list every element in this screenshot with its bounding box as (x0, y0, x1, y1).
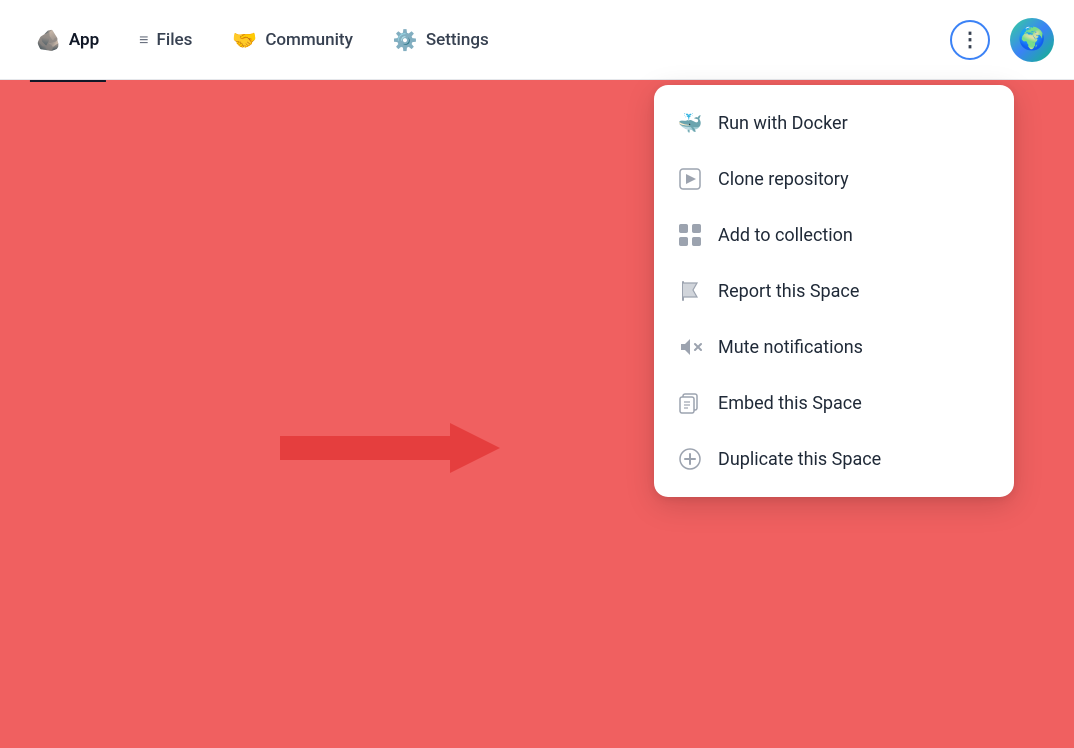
duplicate-icon (676, 445, 704, 473)
docker-icon: 🐳 (676, 109, 704, 137)
avatar-emoji: 🌍 (1018, 27, 1045, 52)
settings-icon: ⚙️ (393, 28, 418, 52)
flag-icon (676, 277, 704, 305)
dropdown-menu: 🐳 Run with Docker Clone repository Add t… (654, 85, 1014, 497)
collection-icon (676, 221, 704, 249)
tab-community-label: Community (265, 30, 353, 50)
app-icon: 🪨 (36, 28, 61, 52)
menu-item-report-space-label: Report this Space (718, 281, 859, 302)
arrow (280, 418, 500, 482)
menu-item-add-collection[interactable]: Add to collection (654, 207, 1014, 263)
clone-icon (676, 165, 704, 193)
menu-item-run-docker-label: Run with Docker (718, 113, 848, 134)
menu-item-mute-notifications[interactable]: Mute notifications (654, 319, 1014, 375)
menu-item-embed-space-label: Embed this Space (718, 393, 862, 414)
menu-item-embed-space[interactable]: Embed this Space (654, 375, 1014, 431)
tab-files[interactable]: ≡ Files (123, 22, 208, 58)
header: 🪨 App ≡ Files 🤝 Community ⚙️ Settings ⋮ … (0, 0, 1074, 80)
community-icon: 🤝 (232, 28, 257, 52)
more-dots-icon: ⋮ (960, 27, 980, 52)
nav-tabs: 🪨 App ≡ Files 🤝 Community ⚙️ Settings ⋮ … (20, 18, 1054, 62)
menu-item-clone-repo[interactable]: Clone repository (654, 151, 1014, 207)
menu-item-clone-repo-label: Clone repository (718, 169, 849, 190)
menu-item-mute-notifications-label: Mute notifications (718, 337, 863, 358)
embed-icon (676, 389, 704, 417)
menu-item-run-docker[interactable]: 🐳 Run with Docker (654, 95, 1014, 151)
menu-item-report-space[interactable]: Report this Space (654, 263, 1014, 319)
menu-item-add-collection-label: Add to collection (718, 225, 853, 246)
menu-item-duplicate-space[interactable]: Duplicate this Space (654, 431, 1014, 487)
tab-app-label: App (69, 30, 99, 50)
tab-settings[interactable]: ⚙️ Settings (377, 20, 505, 60)
files-icon: ≡ (139, 30, 148, 50)
tab-files-label: Files (157, 30, 193, 50)
tab-community[interactable]: 🤝 Community (216, 20, 369, 60)
menu-item-duplicate-space-label: Duplicate this Space (718, 449, 881, 470)
mute-icon (676, 333, 704, 361)
tab-app[interactable]: 🪨 App (20, 20, 115, 60)
avatar[interactable]: 🌍 (1010, 18, 1054, 62)
tab-settings-label: Settings (426, 30, 489, 50)
more-button[interactable]: ⋮ (950, 20, 990, 60)
